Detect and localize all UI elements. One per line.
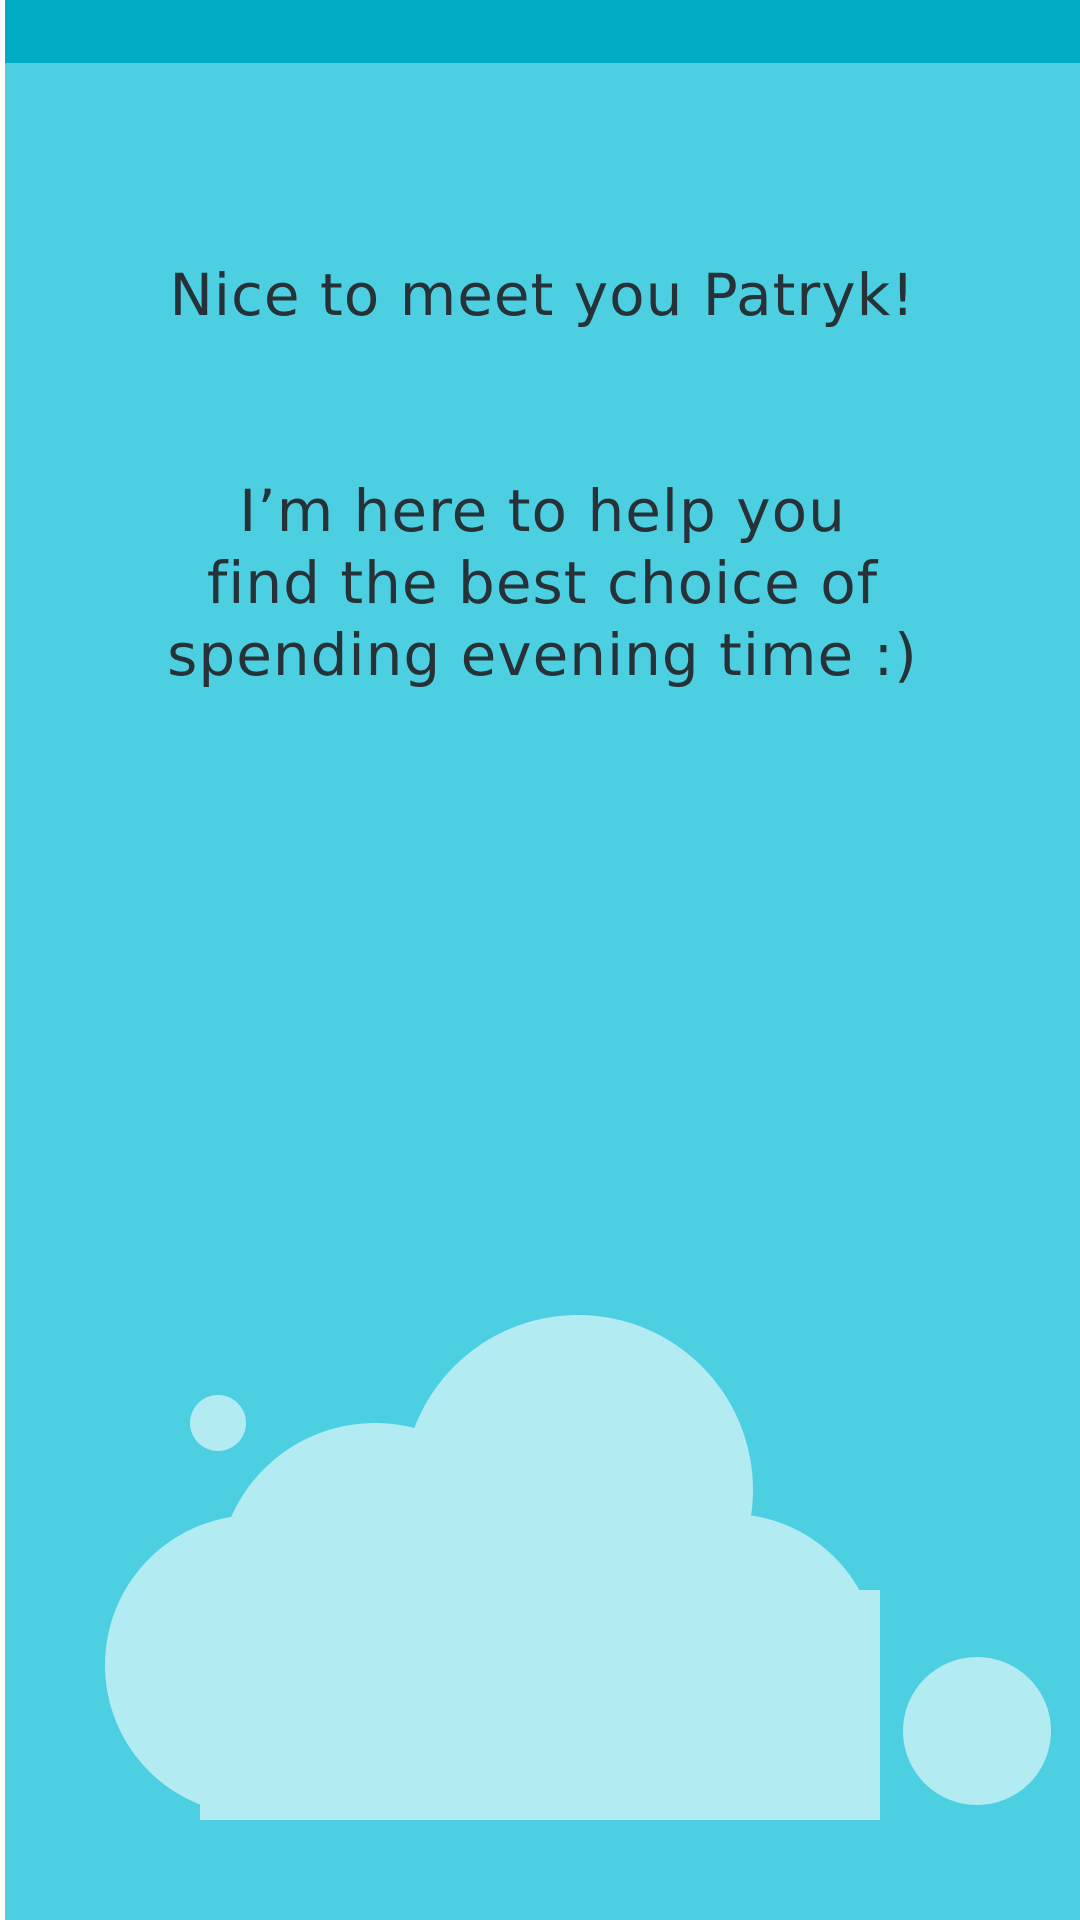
main-background: Nice to meet you Patryk! I’m here to hel… [5, 0, 1080, 1920]
bubble-right [903, 1657, 1051, 1805]
cloud-illustration [105, 1315, 1051, 1820]
small-bubble-left [190, 1395, 246, 1451]
cloud-icon [105, 1315, 880, 1820]
app-screen: Nice to meet you Patryk! I’m here to hel… [0, 0, 1080, 1920]
